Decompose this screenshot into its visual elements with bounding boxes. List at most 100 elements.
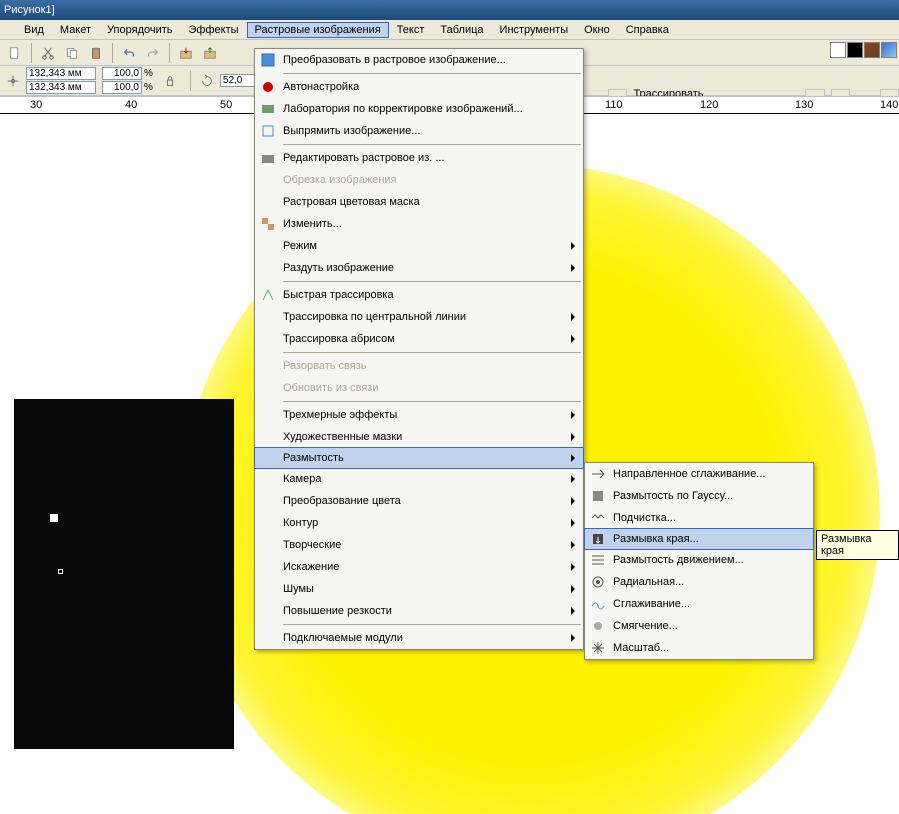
chevron-right-icon [571,585,575,593]
soften-icon [589,617,607,635]
menu-crop: Обрезка изображения [255,169,583,191]
crop-icon [259,171,277,189]
menu-convert-to-bitmap[interactable]: Преобразовать в растровое изображение... [255,49,583,71]
submenu-gaussian[interactable]: Размытость по Гауссу... [585,485,813,507]
position-icon [6,74,20,88]
menu-camera[interactable]: Камера [255,468,583,490]
chevron-right-icon [571,411,575,419]
selection-handle-2[interactable] [58,569,63,574]
chevron-right-icon [571,454,575,462]
menu-creative[interactable]: Творческие [255,534,583,556]
menu-mode[interactable]: Режим [255,235,583,257]
export-icon[interactable] [199,42,221,64]
submenu-motion[interactable]: Размытость движением... [585,549,813,571]
menu-window[interactable]: Окно [576,22,618,38]
menu-plugins[interactable]: Подключаемые модули [255,627,583,649]
swatch-white[interactable] [830,42,846,58]
smooth-icon [589,595,607,613]
submenu-soften[interactable]: Смягчение... [585,615,813,637]
menu-3d-effects[interactable]: Трехмерные эффекты [255,404,583,426]
menu-bitmap[interactable]: Растровые изображения [247,22,389,38]
menu-resample[interactable]: Изменить... [255,213,583,235]
toolbar-new-icon[interactable] [4,42,26,64]
window-title: Рисунок1] [4,4,55,16]
menu-arrange[interactable]: Упорядочить [99,22,180,38]
chevron-right-icon [571,335,575,343]
directional-blur-icon [589,465,607,483]
auto-icon [259,78,277,96]
cut-icon[interactable] [37,42,59,64]
gaussian-blur-icon [589,487,607,505]
import-icon[interactable] [175,42,197,64]
chevron-right-icon [571,242,575,250]
chevron-right-icon [571,475,575,483]
submenu-radial[interactable]: Радиальная... [585,571,813,593]
chevron-right-icon [571,541,575,549]
menu-expand[interactable]: Раздуть изображение [255,257,583,279]
window-titlebar: Рисунок1] [0,0,899,20]
menu-edit-bitmap[interactable]: Редактировать растровое из. ... [255,147,583,169]
redo-icon[interactable] [142,42,164,64]
submenu-directional[interactable]: Направленное сглаживание... [585,463,813,485]
selection-handle-1[interactable] [50,514,58,522]
resample-icon [259,215,277,233]
menu-color-transform[interactable]: Преобразование цвета [255,490,583,512]
chevron-right-icon [571,634,575,642]
menu-color-mask[interactable]: Растровая цветовая маска [255,191,583,213]
blur-submenu: Направленное сглаживание... Размытость п… [584,462,814,660]
menu-blur[interactable]: Размытость [254,447,584,469]
menu-quick-trace[interactable]: Быстрая трассировка [255,284,583,306]
chevron-right-icon [571,433,575,441]
menu-outline-trace[interactable]: Трассировка абрисом [255,328,583,350]
break-icon [259,357,277,375]
chevron-right-icon [571,313,575,321]
menu-sharpen[interactable]: Повышение резкости [255,600,583,622]
chevron-right-icon [571,497,575,505]
rotate-icon [200,74,214,88]
chevron-right-icon [571,264,575,272]
y-input[interactable] [26,81,96,94]
submenu-low-pass[interactable]: Размывка края... [584,528,814,550]
menu-table[interactable]: Таблица [432,22,491,38]
menu-image-lab[interactable]: Лаборатория по корректировке изображений… [255,98,583,120]
menu-break-link: Разорвать связь [255,355,583,377]
x-input[interactable] [26,67,96,80]
swatch-blue[interactable] [881,42,897,58]
menu-noise[interactable]: Шумы [255,578,583,600]
menu-artistic[interactable]: Художественные мазки [255,426,583,448]
menu-view[interactable]: Вид [16,22,52,38]
lowpass-icon [589,530,607,548]
quicktrace-icon [259,286,277,304]
undo-icon[interactable] [118,42,140,64]
submenu-smooth[interactable]: Сглаживание... [585,593,813,615]
submenu-jaggy[interactable]: Подчистка... [585,507,813,529]
lock-ratio-icon[interactable] [159,70,181,92]
menu-tools[interactable]: Инструменты [492,22,577,38]
swatch-brown[interactable] [864,42,880,58]
radial-blur-icon [589,573,607,591]
menu-contour[interactable]: Контур [255,512,583,534]
copy-icon[interactable] [61,42,83,64]
straighten-icon [259,122,277,140]
jaggy-icon [589,509,607,527]
menu-text[interactable]: Текст [389,22,433,38]
main-menubar: Вид Макет Упорядочить Эффекты Растровые … [0,20,899,40]
submenu-zoom[interactable]: Масштаб... [585,637,813,659]
bitmap-dropdown-menu: Преобразовать в растровое изображение...… [254,48,584,650]
menu-effects[interactable]: Эффекты [181,22,247,38]
convert-icon [259,51,277,69]
width-pct-input[interactable] [102,67,142,80]
menu-straighten[interactable]: Выпрямить изображение... [255,120,583,142]
menu-help[interactable]: Справка [618,22,677,38]
black-rectangle-object[interactable] [14,399,234,749]
menu-layout[interactable]: Макет [52,22,99,38]
menu-auto-adjust[interactable]: Автонастройка [255,76,583,98]
edit-icon [259,149,277,167]
chevron-right-icon [571,607,575,615]
height-pct-input[interactable] [102,81,142,94]
paste-icon[interactable] [85,42,107,64]
menu-centerline-trace[interactable]: Трассировка по центральной линии [255,306,583,328]
motion-blur-icon [589,551,607,569]
menu-distort[interactable]: Искажение [255,556,583,578]
swatch-black[interactable] [847,42,863,58]
